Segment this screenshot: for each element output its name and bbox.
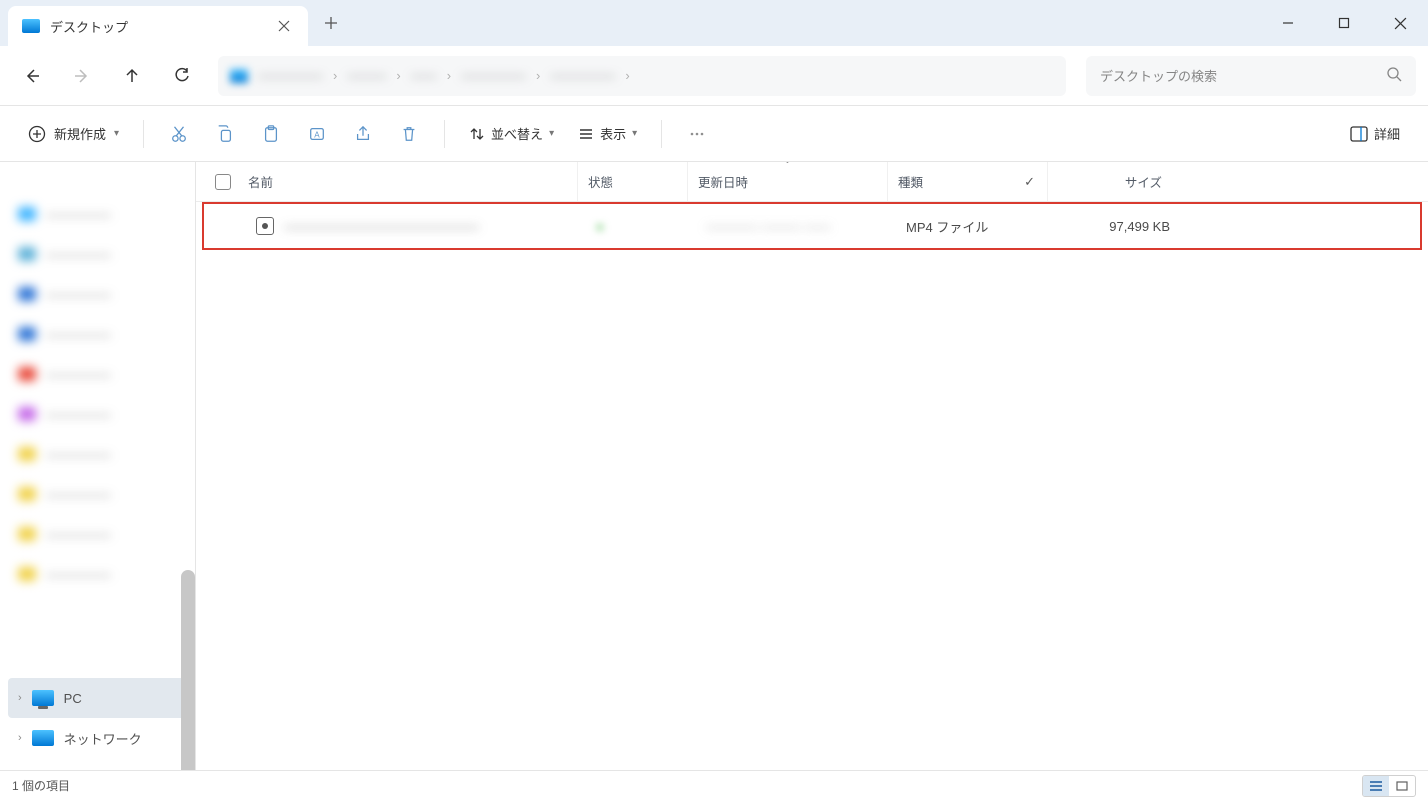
details-view-button[interactable] [1363,776,1389,796]
breadcrumb[interactable]: ————— › ——— › —— › ————— › ————— › [218,56,1066,96]
breadcrumb-root-icon [230,69,248,83]
chevron-right-icon: › [625,68,629,83]
sidebar-item-network[interactable]: › ネットワーク [8,718,187,758]
sidebar-item[interactable]: ————— [8,234,187,274]
sort-label: 並べ替え [491,124,543,143]
search-box[interactable]: デスクトップの検索 [1086,56,1416,96]
network-icon [32,730,54,746]
maximize-button[interactable] [1316,0,1372,46]
file-row[interactable]: ——————————————— ● ———— ——— —— MP4 ファイル 9… [202,202,1422,250]
close-tab-button[interactable] [272,14,296,38]
column-type[interactable]: 種類 ✓ [888,162,1048,201]
file-date: ———— ——— —— [706,219,830,234]
search-placeholder: デスクトップの検索 [1100,66,1217,85]
sidebar-pinned-section: ————————————————————————————————————————… [0,194,195,594]
breadcrumb-segment[interactable]: ————— [258,68,323,83]
window-controls [1260,0,1428,46]
search-icon [1386,66,1402,85]
column-size[interactable]: サイズ [1048,162,1172,201]
sort-button[interactable]: 並べ替え ▾ [459,118,564,149]
sidebar-item[interactable]: ————— [8,274,187,314]
more-button[interactable] [676,114,718,154]
chevron-right-icon: › [396,68,400,83]
share-button[interactable] [342,114,384,154]
sidebar-item[interactable]: ————— [8,474,187,514]
sidebar: ————————————————————————————————————————… [0,162,196,770]
video-file-icon [256,217,274,235]
details-label: 詳細 [1374,124,1400,143]
sidebar-item[interactable]: ————— [8,514,187,554]
sidebar-item-label: PC [64,691,82,706]
file-size: 97,499 KB [1109,219,1170,234]
file-type: MP4 ファイル [906,217,988,236]
sidebar-item[interactable]: ————— [8,354,187,394]
paste-button[interactable] [250,114,292,154]
rename-button[interactable]: A [296,114,338,154]
copy-button[interactable] [204,114,246,154]
minimize-button[interactable] [1260,0,1316,46]
breadcrumb-segment[interactable]: ——— [347,68,386,83]
column-date[interactable]: ⌄ 更新日時 [688,162,888,201]
chevron-down-icon: ▾ [114,128,119,139]
file-list: 名前 状態 ⌄ 更新日時 種類 ✓ サイズ ——————————————— ● … [196,162,1428,770]
up-button[interactable] [112,56,152,96]
new-label: 新規作成 [54,124,106,143]
breadcrumb-segment[interactable]: —— [411,68,437,83]
sidebar-item[interactable]: ————— [8,314,187,354]
sidebar-item[interactable]: ————— [8,394,187,434]
new-button[interactable]: 新規作成 ▾ [18,118,129,149]
back-button[interactable] [12,56,52,96]
sort-indicator-icon: ⌄ [783,162,791,166]
chevron-right-icon: › [536,68,540,83]
close-window-button[interactable] [1372,0,1428,46]
scrollbar-thumb[interactable] [181,570,195,770]
separator [661,120,662,148]
svg-text:A: A [314,130,320,139]
view-label: 表示 [600,124,626,143]
separator [444,120,445,148]
breadcrumb-segment[interactable]: ————— [550,68,615,83]
column-headers: 名前 状態 ⌄ 更新日時 種類 ✓ サイズ [196,162,1428,202]
delete-button[interactable] [388,114,430,154]
main: ————————————————————————————————————————… [0,162,1428,770]
chevron-right-icon: › [333,68,337,83]
item-count: 1 個の項目 [12,777,70,794]
pc-icon [32,690,54,706]
refresh-button[interactable] [162,56,202,96]
chevron-down-icon: ▾ [632,128,637,139]
status-bar: 1 個の項目 [0,770,1428,800]
sidebar-item-pc[interactable]: › PC [8,678,187,718]
chevron-right-icon: › [447,68,451,83]
sidebar-item-label: ネットワーク [64,729,142,748]
details-pane-button[interactable]: 詳細 [1340,118,1410,149]
thumbnails-view-button[interactable] [1389,776,1415,796]
view-toggle [1362,775,1416,797]
desktop-icon [22,19,40,33]
sidebar-item[interactable]: ————— [8,194,187,234]
select-all-checkbox[interactable] [208,174,238,190]
tab-title: デスクトップ [50,17,262,36]
separator [143,120,144,148]
tab[interactable]: デスクトップ [8,6,308,46]
check-icon: ✓ [1024,174,1035,190]
file-status: ● [596,219,604,234]
chevron-right-icon: › [18,692,22,704]
chevron-down-icon: ▾ [549,128,554,139]
navbar: ————— › ——— › —— › ————— › ————— › デスクトッ… [0,46,1428,106]
cut-button[interactable] [158,114,200,154]
chevron-right-icon: › [18,732,22,744]
title-bar: デスクトップ [0,0,1428,46]
file-name: ——————————————— [284,219,479,234]
sidebar-item[interactable]: ————— [8,554,187,594]
sidebar-item[interactable]: ————— [8,434,187,474]
forward-button[interactable] [62,56,102,96]
column-state[interactable]: 状態 [578,162,688,201]
new-tab-button[interactable] [314,6,348,40]
view-button[interactable]: 表示 ▾ [568,118,647,149]
toolbar: 新規作成 ▾ A 並べ替え ▾ 表示 ▾ 詳細 [0,106,1428,162]
breadcrumb-segment[interactable]: ————— [461,68,526,83]
column-name[interactable]: 名前 [238,162,578,201]
